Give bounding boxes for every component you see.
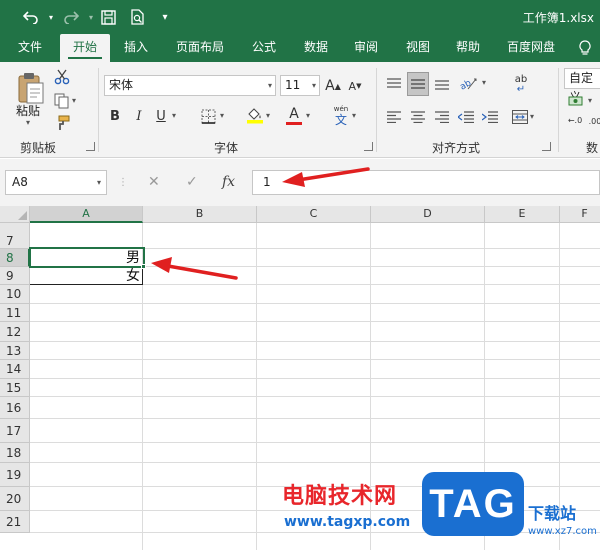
watermark-site-text: 下载站 — [528, 504, 577, 523]
annotation-arrow-cell — [151, 257, 238, 280]
annotation-arrow-formula — [282, 167, 370, 187]
watermark-logo: TAG — [422, 472, 524, 536]
watermark-cn-text: 电脑技术网 — [282, 484, 398, 509]
annotation-overlay — [151, 167, 370, 280]
watermark-url: www.tagxp.com — [284, 514, 411, 530]
watermark-site-url: www.xz7.com — [528, 526, 597, 537]
